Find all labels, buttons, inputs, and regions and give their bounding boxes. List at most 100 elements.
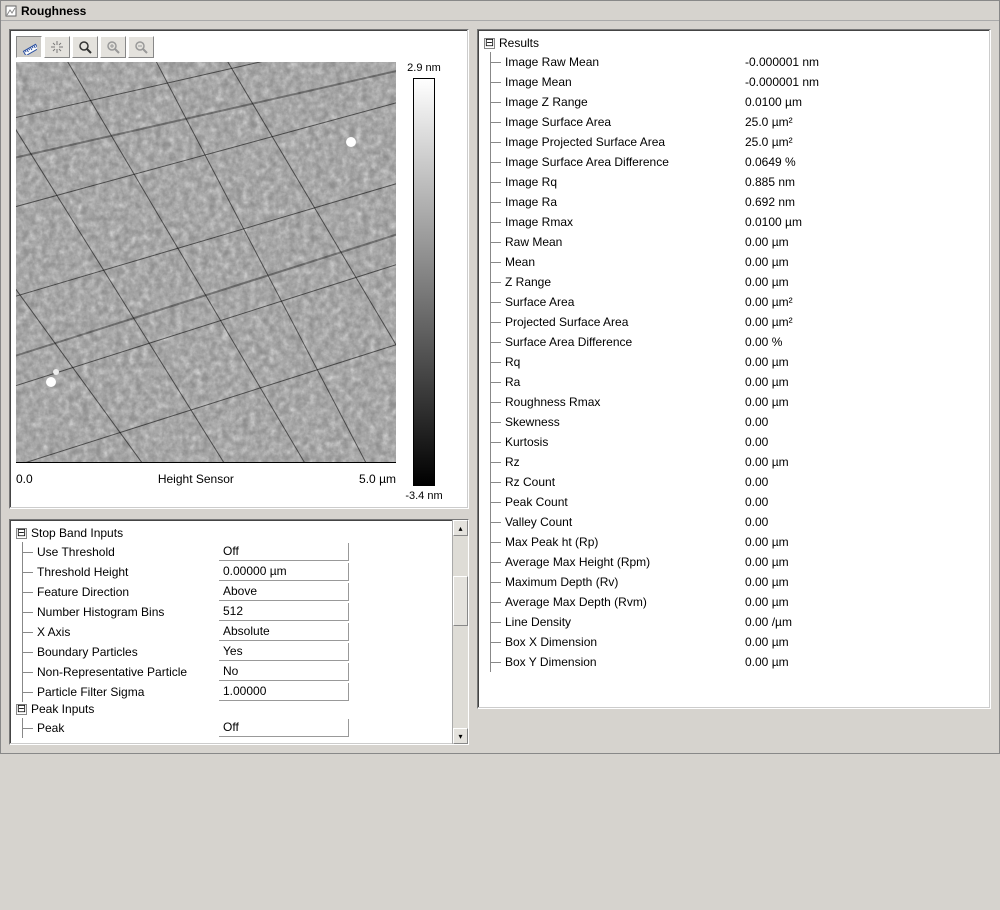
row-value: 0.885 nm: [745, 175, 984, 189]
row-value: -0.000001 nm: [745, 55, 984, 69]
row-value: 0.0649 %: [745, 155, 984, 169]
row-value-input[interactable]: 0.00000 µm: [219, 563, 349, 581]
row-value: 0.00: [745, 495, 984, 509]
tree-row: Surface Area Difference0.00 %: [491, 332, 984, 352]
row-value: 0.00 µm: [745, 655, 984, 669]
tree-row: Feature DirectionAbove: [23, 582, 442, 602]
results-title: Results: [499, 36, 539, 50]
tree-row: Image Rmax0.0100 µm: [491, 212, 984, 232]
tree-row: Rz0.00 µm: [491, 452, 984, 472]
collapse-icon[interactable]: ⊟: [16, 704, 27, 715]
row-label: Box X Dimension: [505, 635, 745, 649]
tree-row: Line Density0.00 /µm: [491, 612, 984, 632]
scroll-thumb[interactable]: [453, 576, 468, 626]
row-label: Raw Mean: [505, 235, 745, 249]
tree-row: Average Max Depth (Rvm)0.00 µm: [491, 592, 984, 612]
row-label: Line Density: [505, 615, 745, 629]
row-value: 0.00 µm: [745, 575, 984, 589]
row-value: 0.00 /µm: [745, 615, 984, 629]
row-label: Max Peak ht (Rp): [505, 535, 745, 549]
row-value-input[interactable]: No: [219, 663, 349, 681]
titlebar[interactable]: Roughness: [1, 1, 999, 21]
row-label: Image Raw Mean: [505, 55, 745, 69]
zoom-in-button[interactable]: [100, 36, 126, 58]
collapse-icon[interactable]: ⊟: [484, 38, 495, 49]
row-label: Average Max Depth (Rvm): [505, 595, 745, 609]
row-value: 0.00 µm: [745, 375, 984, 389]
row-label: Maximum Depth (Rv): [505, 575, 745, 589]
row-label: Rz: [505, 455, 745, 469]
row-label: Rq: [505, 355, 745, 369]
zoom-out-button[interactable]: [128, 36, 154, 58]
tree-row: Image Projected Surface Area25.0 µm²: [491, 132, 984, 152]
row-label: Image Rq: [505, 175, 745, 189]
sparkle-tool-button[interactable]: [44, 36, 70, 58]
row-label: Projected Surface Area: [505, 315, 745, 329]
ruler-tool-button[interactable]: [16, 36, 42, 58]
row-value-input[interactable]: 1.00000: [219, 683, 349, 701]
app-icon: [5, 5, 17, 17]
row-label: Mean: [505, 255, 745, 269]
row-label: Peak Count: [505, 495, 745, 509]
results-header[interactable]: ⊟ Results: [484, 36, 984, 50]
stopband-header[interactable]: ⊟ Stop Band Inputs: [16, 526, 442, 540]
afm-image-region[interactable]: 0.0 Height Sensor 5.0 µm: [16, 62, 396, 502]
row-label: Image Ra: [505, 195, 745, 209]
stopband-tree: Use ThresholdOffThreshold Height0.00000 …: [22, 542, 442, 702]
row-value-input[interactable]: Above: [219, 583, 349, 601]
tree-row: Image Surface Area Difference0.0649 %: [491, 152, 984, 172]
inputs-scrollbar[interactable]: ▴ ▾: [452, 520, 468, 744]
row-label: Image Mean: [505, 75, 745, 89]
tree-row: Rz Count0.00: [491, 472, 984, 492]
tree-row: Threshold Height0.00000 µm: [23, 562, 442, 582]
row-label: Image Z Range: [505, 95, 745, 109]
tree-row: Image Ra0.692 nm: [491, 192, 984, 212]
zoom-tool-button[interactable]: [72, 36, 98, 58]
tree-row: Max Peak ht (Rp)0.00 µm: [491, 532, 984, 552]
row-label: Feature Direction: [37, 585, 219, 599]
peak-header[interactable]: ⊟ Peak Inputs: [16, 702, 442, 716]
stopband-title: Stop Band Inputs: [31, 526, 123, 540]
row-label: Image Surface Area Difference: [505, 155, 745, 169]
tree-row: Roughness Rmax0.00 µm: [491, 392, 984, 412]
row-label: Rz Count: [505, 475, 745, 489]
row-label: Non-Representative Particle: [37, 665, 219, 679]
row-label: Box Y Dimension: [505, 655, 745, 669]
tree-row: X AxisAbsolute: [23, 622, 442, 642]
tree-row: Number Histogram Bins512: [23, 602, 442, 622]
tree-row: Raw Mean0.00 µm: [491, 232, 984, 252]
tree-row: Box Y Dimension0.00 µm: [491, 652, 984, 672]
tree-row: Skewness0.00: [491, 412, 984, 432]
row-label: Image Rmax: [505, 215, 745, 229]
row-label: Particle Filter Sigma: [37, 685, 219, 699]
peak-tree: PeakOff: [22, 718, 442, 738]
roughness-window: Roughness: [0, 0, 1000, 754]
row-value-input[interactable]: 512: [219, 603, 349, 621]
row-label: Image Surface Area: [505, 115, 745, 129]
collapse-icon[interactable]: ⊟: [16, 528, 27, 539]
row-value-input[interactable]: Yes: [219, 643, 349, 661]
color-gradient: [413, 78, 435, 486]
row-value-input[interactable]: Absolute: [219, 623, 349, 641]
row-value: 0.00 µm: [745, 555, 984, 569]
scroll-down-button[interactable]: ▾: [453, 728, 468, 744]
row-value: 0.00 µm: [745, 635, 984, 649]
tree-row: Image Z Range0.0100 µm: [491, 92, 984, 112]
tree-row: Use ThresholdOff: [23, 542, 442, 562]
tree-row: Image Surface Area25.0 µm²: [491, 112, 984, 132]
tree-row: Kurtosis0.00: [491, 432, 984, 452]
scroll-up-button[interactable]: ▴: [453, 520, 468, 536]
row-label: Boundary Particles: [37, 645, 219, 659]
image-x-axis: 0.0 Height Sensor 5.0 µm: [16, 462, 396, 492]
row-value: 0.00 µm: [745, 455, 984, 469]
row-value: 0.00: [745, 435, 984, 449]
row-value-input[interactable]: Off: [219, 719, 349, 737]
tree-row: Rq0.00 µm: [491, 352, 984, 372]
scroll-track[interactable]: [453, 536, 468, 728]
row-value: 0.00 µm²: [745, 315, 984, 329]
row-value: 0.00 µm: [745, 595, 984, 609]
image-toolbar: [16, 36, 462, 58]
row-label: Number Histogram Bins: [37, 605, 219, 619]
scale-max: 2.9 nm: [407, 62, 441, 74]
row-value-input[interactable]: Off: [219, 543, 349, 561]
